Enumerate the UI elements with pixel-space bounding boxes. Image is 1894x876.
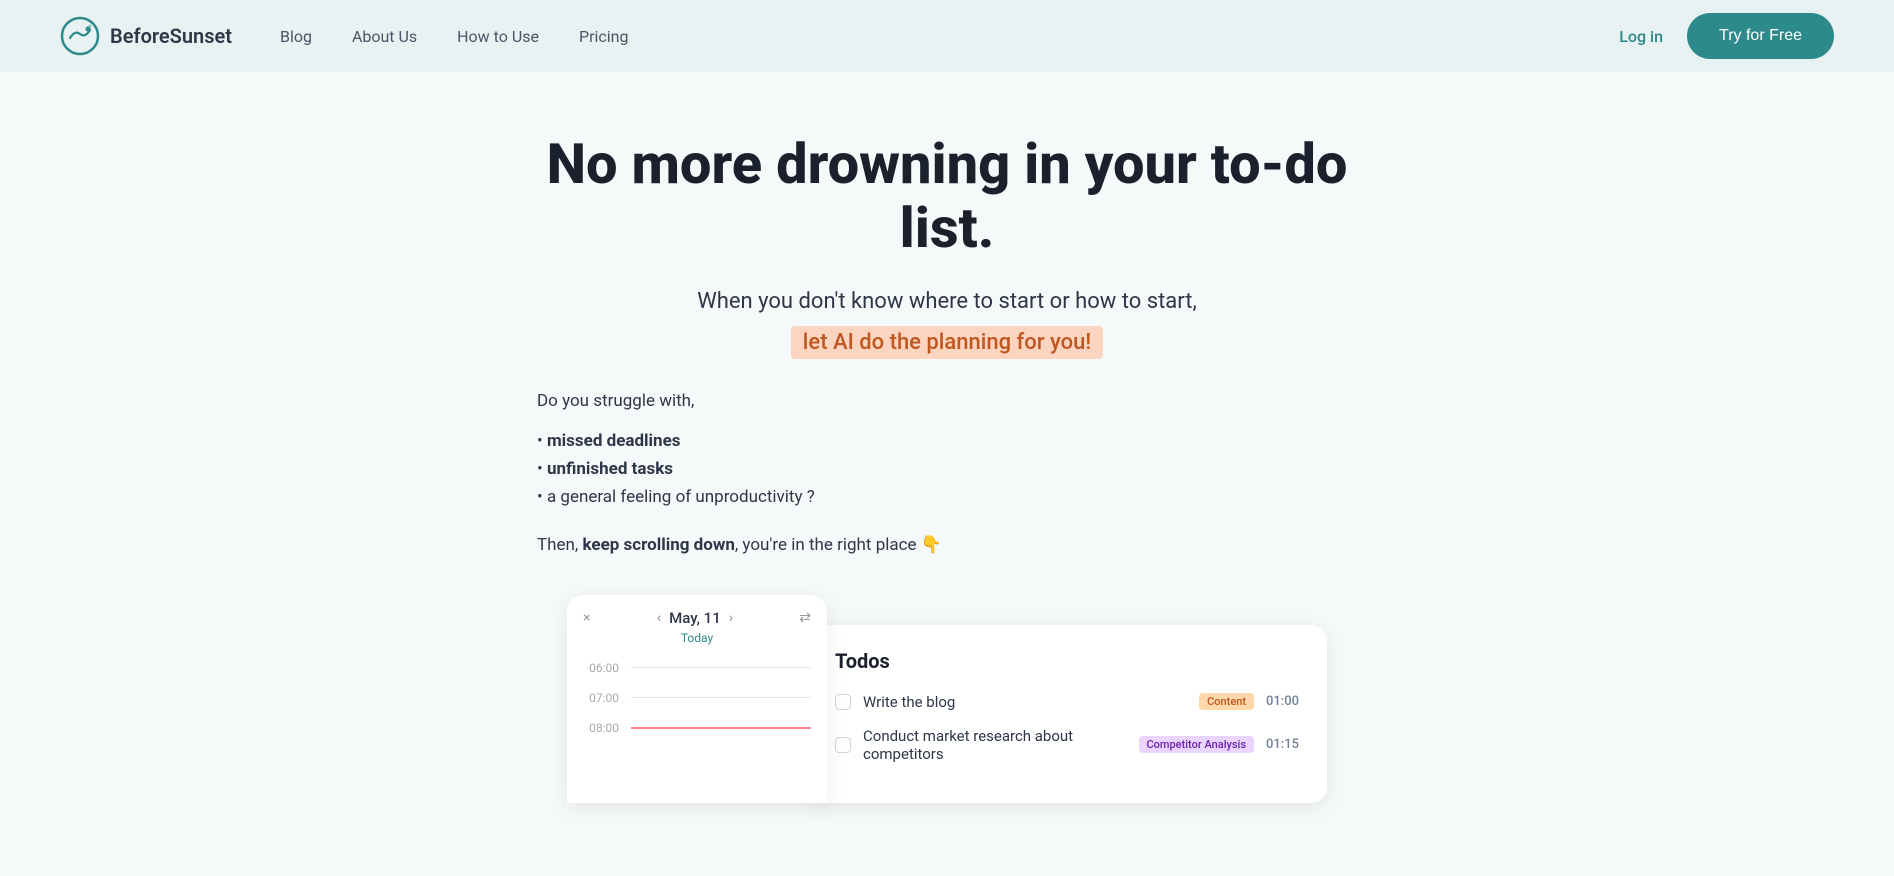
todo-item-0: Write the blog Content 01:00 — [835, 693, 1299, 711]
logo-text: BeforeSunset — [110, 24, 232, 48]
todo-time-0: 01:00 — [1266, 694, 1299, 709]
struggle-section: Do you struggle with, missed deadlines u… — [497, 391, 1397, 555]
calendar-next-icon[interactable]: › — [729, 610, 733, 626]
calendar-close-icon[interactable]: × — [583, 610, 590, 626]
nav-link-blog[interactable]: Blog — [280, 27, 312, 46]
calendar-settings-icon[interactable]: ⇄ — [799, 610, 811, 626]
calendar-card: × ‹ May, 11 › ⇄ Today 06:00 07:00 08:00 — [567, 595, 827, 803]
nav-item-about[interactable]: About Us — [352, 27, 417, 46]
calendar-line-0 — [631, 667, 811, 668]
todo-label-1: Conduct market research about competitor… — [863, 727, 1127, 763]
struggle-list: missed deadlines unfinished tasks a gene… — [537, 431, 1357, 507]
todos-card: Todos Write the blog Content 01:00 Condu… — [807, 625, 1327, 803]
nav-links: Blog About Us How to Use Pricing — [280, 27, 629, 46]
calendar-time-row-2: 08:00 — [583, 721, 811, 735]
todos-title: Todos — [835, 649, 1299, 673]
login-link[interactable]: Log in — [1619, 27, 1663, 46]
nav-item-pricing[interactable]: Pricing — [579, 27, 629, 46]
todo-label-0: Write the blog — [863, 693, 1187, 711]
calendar-time-row-1: 07:00 — [583, 691, 811, 705]
cta-bold: keep scrolling down — [582, 535, 734, 555]
navbar: BeforeSunset Blog About Us How to Use Pr… — [0, 0, 1894, 72]
nav-item-how[interactable]: How to Use — [457, 27, 539, 46]
try-for-free-button[interactable]: Try for Free — [1687, 13, 1834, 59]
nav-link-how[interactable]: How to Use — [457, 27, 539, 46]
todo-item-1: Conduct market research about competitor… — [835, 727, 1299, 763]
hero-title: No more drowning in your to-do list. — [537, 132, 1357, 261]
todo-tag-0: Content — [1199, 693, 1254, 710]
todo-time-1: 01:15 — [1266, 737, 1299, 752]
calendar-today-label: Today — [567, 631, 827, 653]
hero-section: No more drowning in your to-do list. Whe… — [497, 72, 1397, 391]
calendar-time-row-0: 06:00 — [583, 661, 811, 675]
calendar-date: May, 11 — [669, 609, 721, 627]
calendar-time-2: 08:00 — [583, 721, 619, 735]
calendar-header: × ‹ May, 11 › ⇄ — [567, 595, 827, 631]
struggle-intro: Do you struggle with, — [537, 391, 1357, 411]
app-preview: × ‹ May, 11 › ⇄ Today 06:00 07:00 08:00 — [0, 595, 1894, 803]
cta-text: Then, keep scrolling down, you're in the… — [537, 535, 1357, 555]
logo-link[interactable]: BeforeSunset — [60, 16, 232, 56]
nav-link-about[interactable]: About Us — [352, 27, 417, 46]
calendar-time-0: 06:00 — [583, 661, 619, 675]
cta-suffix: , you're in the right place 👇 — [735, 535, 942, 555]
hero-highlight: let AI do the planning for you! — [791, 326, 1103, 359]
nav-item-blog[interactable]: Blog — [280, 27, 312, 46]
calendar-time-1: 07:00 — [583, 691, 619, 705]
logo-icon — [60, 16, 100, 56]
nav-right: Log in Try for Free — [1619, 13, 1834, 59]
struggle-item-2: unfinished tasks — [537, 459, 1357, 479]
todo-tag-1: Competitor Analysis — [1139, 736, 1255, 753]
calendar-line-1 — [631, 697, 811, 698]
todo-checkbox-0[interactable] — [835, 694, 851, 710]
cta-prefix: Then, — [537, 535, 582, 555]
struggle-item-1: missed deadlines — [537, 431, 1357, 451]
hero-subtitle: When you don't know where to start or ho… — [537, 285, 1357, 318]
calendar-timeline: 06:00 07:00 08:00 — [567, 661, 827, 735]
nav-link-pricing[interactable]: Pricing — [579, 27, 629, 46]
nav-left: BeforeSunset Blog About Us How to Use Pr… — [60, 16, 628, 56]
todo-checkbox-1[interactable] — [835, 737, 851, 753]
calendar-prev-icon[interactable]: ‹ — [657, 610, 661, 626]
struggle-item-3: a general feeling of unproductivity ? — [537, 487, 1357, 507]
calendar-date-nav: ‹ May, 11 › — [657, 609, 733, 627]
calendar-line-red — [631, 727, 811, 729]
